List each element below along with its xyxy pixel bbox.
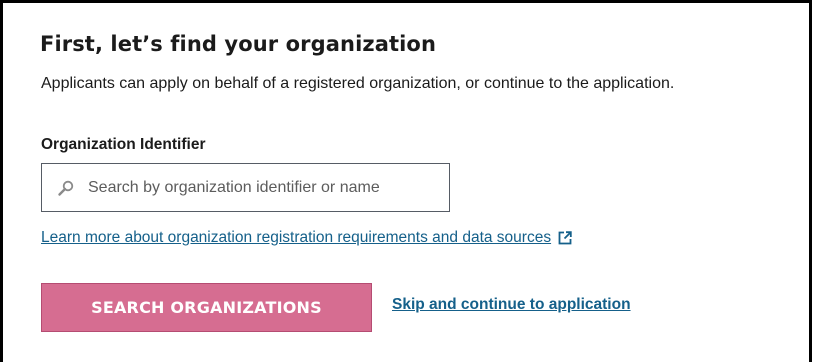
description-text: Applicants can apply on behalf of a regi… xyxy=(41,75,675,92)
page-title: First, let’s find your organization xyxy=(40,32,436,56)
external-link-icon xyxy=(558,231,572,245)
search-icon xyxy=(57,179,75,197)
search-field[interactable] xyxy=(41,163,450,212)
search-input[interactable] xyxy=(88,164,443,211)
learn-more-link[interactable]: Learn more about organization registrati… xyxy=(41,229,572,247)
search-organizations-button[interactable]: SEARCH ORGANIZATIONS xyxy=(41,283,372,332)
organization-identifier-label: Organization Identifier xyxy=(41,136,206,153)
learn-more-link-text: Learn more about organization registrati… xyxy=(41,229,552,246)
skip-to-application-link[interactable]: Skip and continue to application xyxy=(392,296,631,314)
organization-search-panel: First, let’s find your organization Appl… xyxy=(0,0,812,362)
